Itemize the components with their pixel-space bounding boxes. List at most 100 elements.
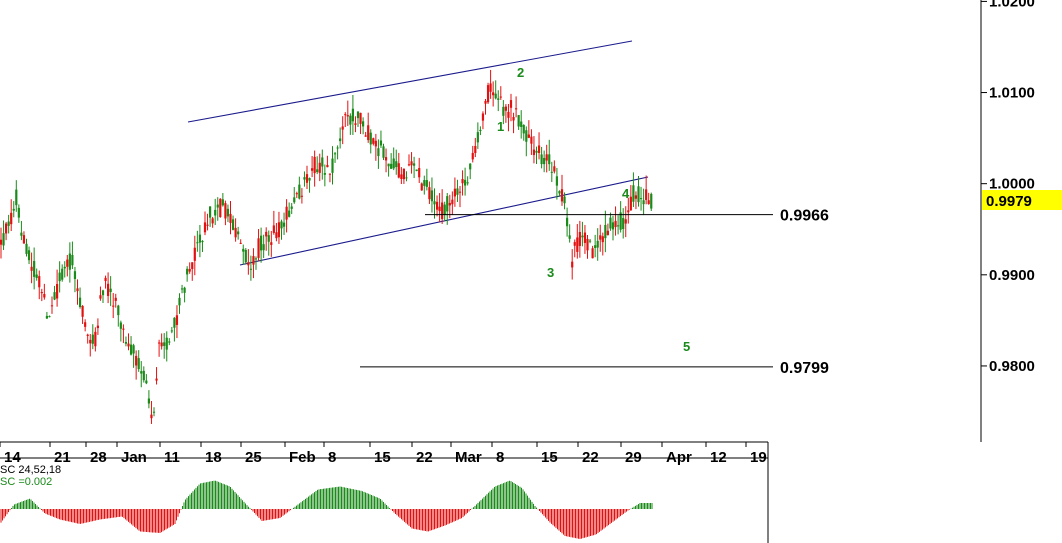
candle-body [438, 206, 441, 212]
candle-body [486, 85, 490, 103]
candle-body [606, 230, 609, 235]
x-axis: 14 21 28 Jan 11 18 25 Feb 8 15 22 Mar 8 15 22 29 Apr 12 19 [0, 442, 767, 466]
candle-body [497, 98, 500, 100]
candle-body [604, 224, 607, 239]
candle-body [517, 115, 520, 127]
candle-body [117, 305, 120, 316]
candle-body [191, 262, 194, 269]
x-tick-label: 29 [625, 449, 642, 466]
candle-body [356, 111, 360, 119]
candle-body [40, 292, 43, 294]
candle-body [5, 223, 8, 234]
candle-body [502, 106, 505, 116]
indicator-panel: SC 24,52,18 SC =0.002 [0, 464, 653, 539]
candle-body [563, 196, 566, 204]
candle-body [262, 244, 265, 251]
candle-body [308, 178, 311, 181]
candle-body [333, 153, 337, 155]
candle-body [617, 225, 620, 227]
current-price-label: 0.9979 [986, 193, 1032, 210]
candle-body [137, 358, 140, 370]
candle-body [165, 337, 168, 350]
candle-body [206, 224, 209, 226]
candle-body [300, 195, 303, 197]
candle-body [12, 208, 15, 211]
candle-body [305, 174, 309, 183]
candle-body [142, 370, 145, 381]
candle-body [522, 124, 525, 134]
candle-body [96, 325, 99, 329]
candle-body [515, 108, 518, 110]
candle-body [588, 240, 592, 242]
candle-body [214, 209, 217, 216]
x-tick-label: Jan [121, 449, 147, 466]
candle-body [91, 334, 94, 344]
candle-body [420, 183, 423, 191]
candle-body [446, 196, 449, 212]
candle-body [639, 198, 643, 200]
candle-body [211, 218, 214, 224]
candle-body [239, 242, 242, 244]
candle-body [622, 218, 625, 230]
candle-body [280, 221, 283, 229]
candle-body [244, 249, 247, 263]
level-label: 0.9799 [780, 360, 829, 377]
candle-body [196, 242, 199, 244]
candle-body [545, 154, 548, 161]
candle-body [326, 164, 329, 168]
candle-body [571, 261, 574, 268]
candle-body [275, 232, 278, 239]
candle-body [277, 222, 281, 238]
candle-body [73, 271, 77, 280]
candle-body [555, 176, 558, 186]
candle-body [122, 328, 125, 330]
candle-body [10, 212, 13, 225]
candle-body [43, 294, 46, 298]
candle-body [458, 191, 462, 193]
candle-body [377, 148, 380, 157]
price-chart: 0.99660.9799 1.02001.01001.00000.99000.9… [0, 0, 1062, 543]
current-price-marker: 0.9979 [982, 190, 1062, 210]
candle-body [175, 315, 179, 325]
candle-body [7, 221, 10, 226]
candle-body [186, 268, 189, 275]
candle-body [114, 297, 117, 301]
candle-body [451, 199, 454, 205]
candle-body [290, 206, 293, 209]
candle-body [173, 317, 176, 328]
candle-body [132, 345, 135, 354]
candle-body [499, 96, 502, 98]
candle-body [219, 198, 222, 218]
candle-body [160, 342, 163, 347]
candle-body [71, 254, 74, 266]
candle-body [282, 222, 286, 227]
candle-body [265, 231, 268, 237]
indicator-value-label: SC =0.002 [0, 476, 52, 488]
candle-body [170, 330, 173, 332]
candle-body [293, 197, 296, 203]
wave-label-2: 2 [517, 65, 524, 80]
candle-body [20, 232, 23, 236]
candle-body [99, 295, 102, 299]
candle-body [537, 145, 541, 154]
candle-body [359, 112, 362, 124]
candle-body [441, 202, 444, 220]
candle-body [599, 235, 602, 240]
candle-body [101, 290, 105, 296]
candle-body [285, 206, 288, 220]
candle-body [224, 203, 227, 219]
candle-body [163, 342, 166, 346]
y-tick-label: 0.9900 [989, 267, 1035, 284]
candle-body [168, 341, 171, 343]
x-tick-label: Feb [289, 449, 316, 466]
candle-body [423, 180, 426, 186]
candle-body [270, 242, 273, 245]
candle-body [38, 276, 41, 288]
candle-body [392, 158, 395, 169]
candle-body [260, 235, 263, 251]
candle-body [183, 287, 186, 293]
x-tick-label: 28 [90, 449, 107, 466]
candle-body [50, 305, 54, 307]
candle-body [591, 248, 594, 259]
candle-body [242, 248, 245, 252]
